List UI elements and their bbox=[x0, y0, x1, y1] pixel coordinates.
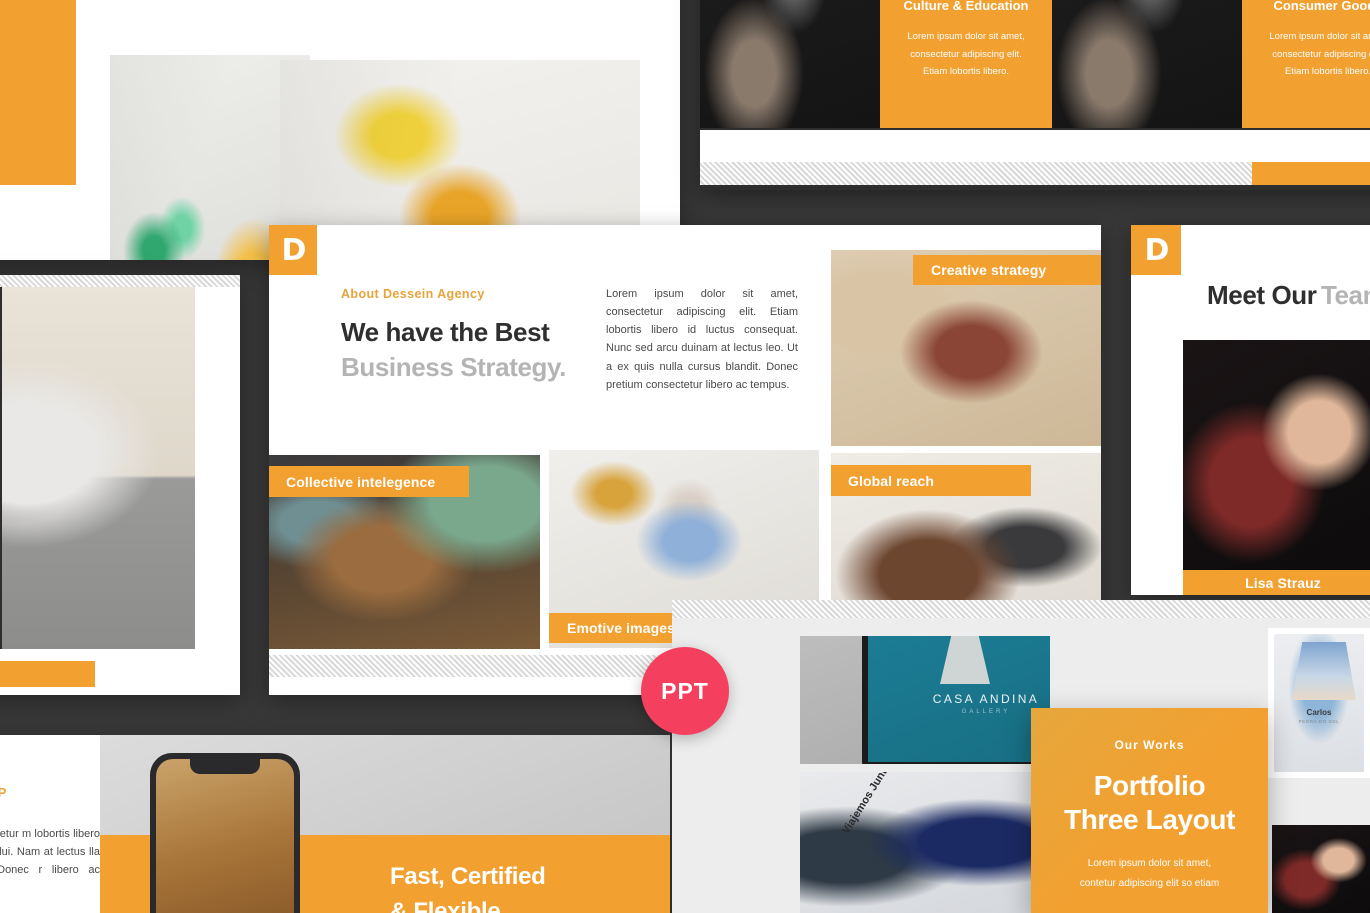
industry-card-2[interactable]: Consumer Goods Lorem ipsum dolor sit ame… bbox=[1242, 0, 1370, 128]
industry-card-1-body: Lorem ipsum dolor sit amet, consectetur … bbox=[907, 31, 1025, 78]
photo-phone-mockup[interactable] bbox=[150, 753, 300, 913]
team-title: Meet Our Team bbox=[1207, 280, 1370, 311]
industry-card-1[interactable]: Culture & Education Lorem ipsum dolor si… bbox=[880, 0, 1052, 128]
thumbs-hatch-band bbox=[672, 600, 1370, 618]
photo-phone-hand-2 bbox=[1052, 0, 1242, 128]
about-title-line2: Business Strategy. bbox=[341, 352, 566, 382]
mockup-eyebrow: KUP bbox=[0, 785, 7, 800]
card-caption: Viajemos Juntos bbox=[840, 772, 897, 837]
industries-hatch-strip bbox=[700, 162, 1252, 185]
about-body: Lorem ipsum dolor sit amet, consectetur … bbox=[606, 288, 798, 391]
phone-screen bbox=[156, 759, 294, 913]
tag-creative-strategy: Creative strategy bbox=[913, 255, 1101, 285]
portfolio-title-line2: Three Layout bbox=[1063, 804, 1235, 835]
office-dark-edge bbox=[0, 287, 2, 649]
team-member-name-bar: Lisa Strauz bbox=[1183, 570, 1370, 595]
slide-team[interactable]: D Meet Our Team Lisa Strauz bbox=[1131, 225, 1370, 595]
thumb-poster[interactable]: Carlos PEDRA DO SOL bbox=[1268, 628, 1370, 778]
thumb-right-photo[interactable] bbox=[1272, 825, 1370, 913]
team-title-gray: Team bbox=[1320, 280, 1370, 310]
tag-collective-intelligence: Collective intelegence bbox=[269, 466, 469, 497]
tablet-caption: CASA ANDINA bbox=[932, 692, 1040, 706]
industry-card-2-title: Consumer Goods bbox=[1273, 0, 1370, 13]
office-white-gap bbox=[0, 649, 240, 661]
about-title-line1: We have the Best bbox=[341, 317, 550, 347]
industries-white-strip bbox=[700, 130, 1370, 162]
mockup-headline-line1: Fast, Certified bbox=[390, 863, 546, 890]
slide-portfolio[interactable]: Our Works Portfolio Three Layout Lorem i… bbox=[1031, 708, 1268, 913]
team-member-name: Lisa Strauz bbox=[1245, 575, 1321, 591]
logo-letter: D bbox=[281, 232, 307, 268]
portfolio-body-line1: Lorem ipsum dolor sit amet, bbox=[1087, 858, 1212, 869]
about-logo-badge: D bbox=[269, 225, 317, 275]
tablet-screen: CASA ANDINA GALLERY bbox=[862, 636, 1050, 764]
phone-notch bbox=[190, 759, 260, 774]
slide-industries[interactable]: Culture & Education Lorem ipsum dolor si… bbox=[700, 0, 1370, 190]
top-left-orange-panel: ut tetur bbox=[0, 0, 76, 185]
slide-mockup[interactable]: KUP r sit amet, consectetur m lobortis l… bbox=[0, 735, 670, 913]
mockup-headline-line2: & Flexible bbox=[390, 898, 501, 913]
slide-top-left[interactable]: ut tetur bbox=[0, 0, 680, 260]
poster-name: Carlos bbox=[1306, 708, 1332, 717]
photo-creative-strategy[interactable]: Creative strategy bbox=[831, 250, 1101, 446]
ppt-badge-label: PPT bbox=[661, 677, 709, 704]
tablet-subcaption: GALLERY bbox=[961, 709, 1011, 715]
team-title-dark: Meet Our bbox=[1207, 280, 1317, 310]
thumb-tablet[interactable]: CASA ANDINA GALLERY bbox=[800, 636, 1050, 764]
tablet-logo-shape bbox=[940, 636, 990, 684]
photo-phone-hand-1 bbox=[700, 0, 880, 128]
portfolio-body-line2: contetur adipiscing elit so etiam bbox=[1079, 878, 1220, 889]
industries-orange-strip bbox=[1252, 162, 1370, 185]
portfolio-eyebrow: Our Works bbox=[1114, 738, 1185, 752]
logo-letter: D bbox=[1144, 232, 1170, 268]
thumb-business-cards[interactable]: Viajemos Juntos bbox=[800, 772, 1050, 913]
industry-card-2-body: Lorem ipsum dolor sit amet, consectetur … bbox=[1269, 31, 1370, 78]
team-logo-badge: D bbox=[1131, 225, 1181, 275]
poster-canvas: ut tetur Culture & Education Lorem ipsum… bbox=[0, 0, 1370, 913]
poster-sub: PEDRA DO SOL bbox=[1298, 719, 1340, 724]
mockup-body: r sit amet, consectetur m lobortis liber… bbox=[0, 828, 100, 877]
about-eyebrow: About Dessein Agency bbox=[341, 287, 485, 301]
ppt-badge[interactable]: PPT bbox=[641, 647, 729, 735]
slide-office[interactable]: Dessein bbox=[0, 275, 240, 695]
photo-office-chair bbox=[0, 287, 195, 649]
photo-team-member[interactable] bbox=[1183, 340, 1370, 570]
portfolio-title-line1: Portfolio bbox=[1093, 770, 1206, 801]
poster-image bbox=[1292, 642, 1356, 700]
office-footer: Dessein bbox=[0, 661, 95, 687]
tag-global-reach: Global reach bbox=[831, 465, 1031, 496]
office-hatch-top bbox=[0, 275, 240, 287]
industry-card-1-title: Culture & Education bbox=[903, 0, 1029, 13]
photo-collective-intelligence[interactable]: Collective intelegence bbox=[269, 455, 540, 649]
